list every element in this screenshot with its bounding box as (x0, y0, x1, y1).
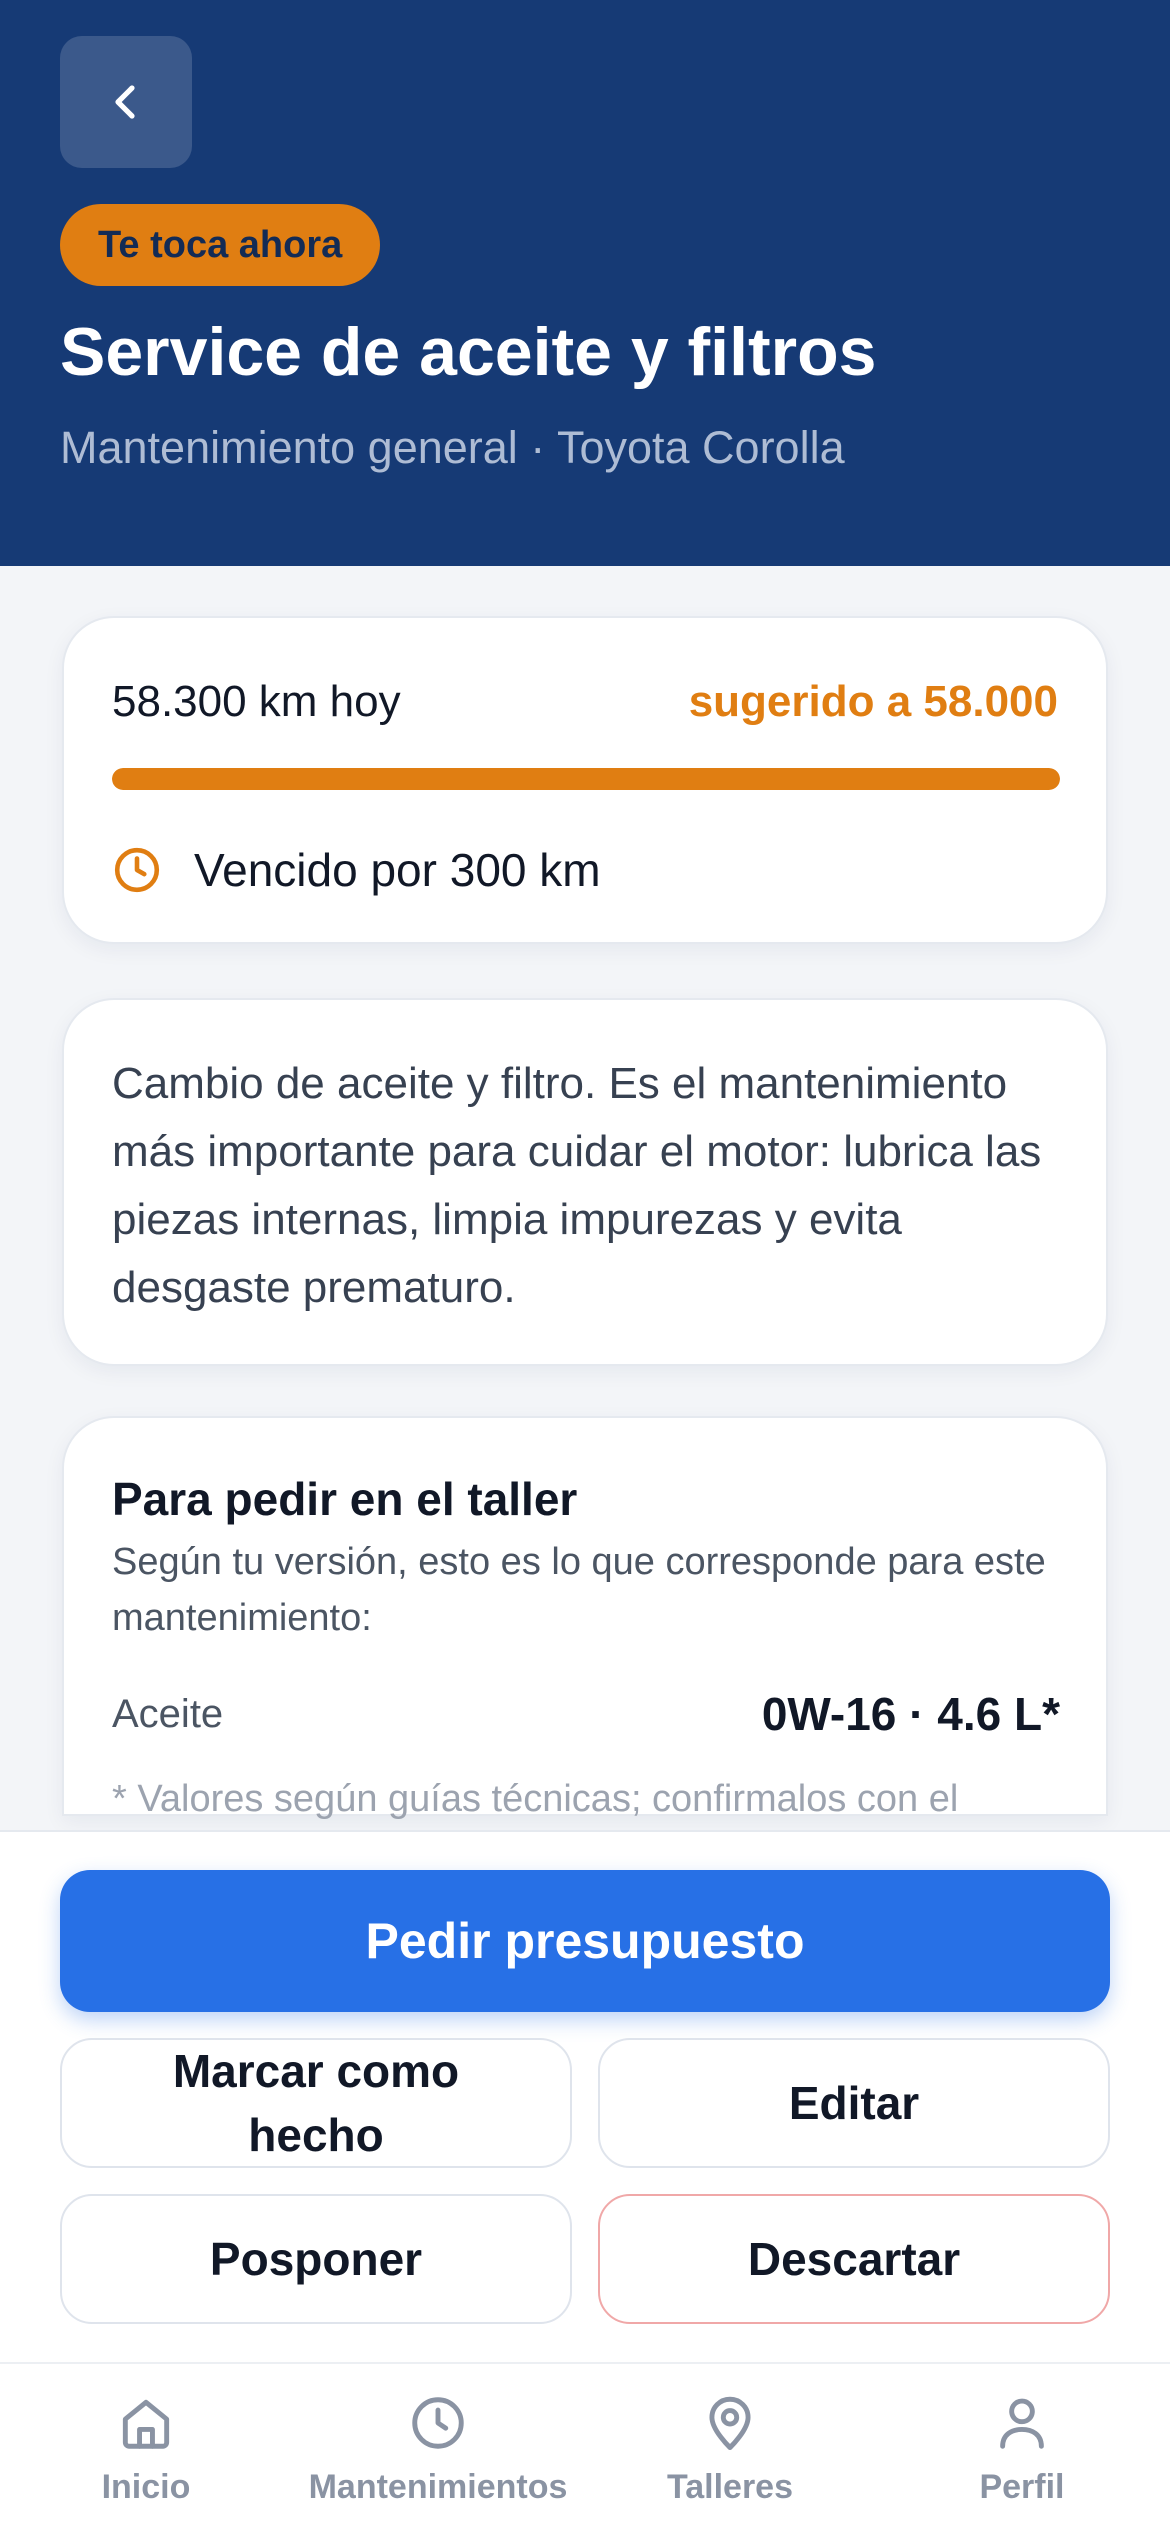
description-card: Cambio de aceite y filtro. Es el manteni… (62, 998, 1108, 1366)
postpone-button[interactable]: Posponer (60, 2194, 572, 2324)
home-icon (122, 2399, 170, 2449)
mark-done-button[interactable]: Marcar como hecho (60, 2038, 572, 2168)
order-card-subtitle: Según tu versión, esto es lo que corresp… (112, 1541, 1046, 1639)
request-quote-button[interactable]: Pedir presupuesto (60, 1870, 1110, 2012)
bottom-nav: Inicio Mantenimientos Talleres Perfil (0, 2362, 1170, 2532)
clock-icon (412, 2397, 464, 2449)
status-badge: Te toca ahora (60, 204, 381, 286)
back-button[interactable] (60, 36, 192, 168)
nav-item-perfil[interactable]: Perfil (876, 2392, 1168, 2507)
km-progress-bar (112, 768, 1060, 790)
edit-button[interactable]: Editar (598, 2038, 1110, 2168)
nav-label: Mantenimientos (308, 2468, 568, 2506)
nav-label: Perfil (979, 2468, 1065, 2506)
nav-item-talleres[interactable]: Talleres (584, 2392, 876, 2507)
map-pin-icon (709, 2396, 751, 2450)
order-card-title: Para pedir en el taller (112, 1473, 578, 1525)
order-card: Para pedir en el taller Según tu versión… (62, 1416, 1108, 1820)
km-today-label: 58.300 km hoy (112, 677, 401, 726)
clock-icon (114, 847, 160, 893)
overdue-text: Vencido por 300 km (194, 844, 601, 896)
km-progress-fill (112, 768, 1060, 790)
description-text: Cambio de aceite y filtro. Es el manteni… (112, 1059, 1042, 1312)
nav-item-inicio[interactable]: Inicio (0, 2392, 292, 2507)
user-icon (1000, 2398, 1044, 2449)
overdue-status: Vencido por 300 km (112, 834, 601, 906)
header: Te toca ahora Service de aceite y filtro… (0, 0, 1170, 566)
page-title: Service de aceite y filtros (60, 314, 877, 390)
spec-value: 0W-16 · 4.6 L* (761, 1688, 1060, 1740)
discard-button[interactable]: Descartar (598, 2194, 1110, 2324)
page-subtitle: Mantenimiento general · Toyota Corolla (60, 422, 845, 473)
nav-label: Inicio (101, 2468, 191, 2506)
spec-row: Aceite 0W-16 · 4.6 L* (112, 1684, 1060, 1744)
nav-item-mantenimientos[interactable]: Mantenimientos (292, 2392, 584, 2507)
footnote: * Valores según guías técnicas; confirma… (112, 1778, 959, 1820)
chevron-left-icon (115, 85, 135, 119)
nav-label: Talleres (666, 2468, 793, 2506)
spec-label: Aceite (112, 1691, 224, 1736)
suggested-km-label: sugerido a 58.000 (688, 677, 1058, 726)
progress-card: 58.300 km hoy sugerido a 58.000 Vencido … (62, 616, 1108, 944)
action-panel: Pedir presupuesto Marcar como hecho Edit… (0, 1830, 1170, 2362)
